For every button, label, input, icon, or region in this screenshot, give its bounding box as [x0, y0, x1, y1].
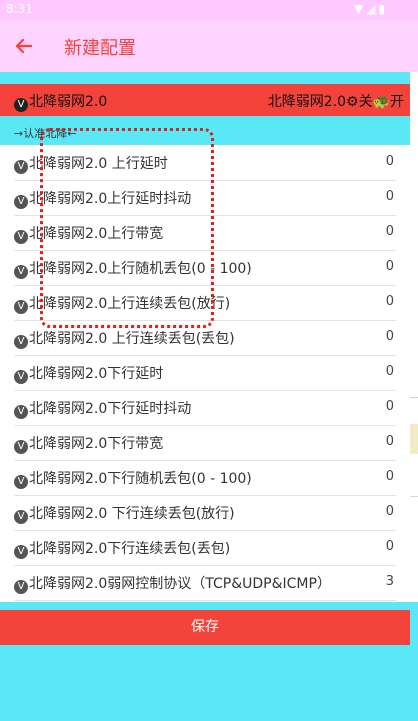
v-badge-icon: V [14, 440, 28, 454]
list-item-value: 0 [385, 399, 394, 414]
list-item-value: 0 [385, 259, 394, 274]
list-item-value: 0 [385, 224, 394, 239]
list-item-value: 0 [385, 364, 394, 379]
list-item-label: 北降弱网2.0下行带宽 [29, 436, 164, 452]
list-item-label-wrap: V 北降弱网2.0下行延时 [14, 363, 163, 384]
list-item-value: 0 [385, 539, 394, 554]
list-item-label: 北降弱网2.0下行连续丢包(丢包) [29, 541, 231, 557]
v-badge-icon: V [14, 195, 28, 209]
list-item-label-wrap: V 北降弱网2.0弱网控制协议（TCP&UDP&ICMP） [14, 573, 331, 594]
list-item-label-wrap: V 北降弱网2.0下行带宽 [14, 433, 163, 454]
list-item-label: 北降弱网2.0弱网控制协议（TCP&UDP&ICMP） [29, 576, 331, 592]
arrow-left-icon [15, 38, 33, 54]
highlight-annotation-box [40, 128, 214, 328]
v-badge-icon: V [14, 545, 28, 559]
list-item-value: 0 [385, 189, 394, 204]
toggle-off-label: 关 [358, 94, 373, 110]
master-toggle[interactable]: 北降弱网2.0⚙关🐢开 [268, 91, 404, 111]
v-badge-icon: V [14, 300, 28, 314]
page-title: 新建配置 [64, 38, 136, 59]
v-badge-icon: V [14, 335, 28, 349]
master-switch-row[interactable]: V 北降弱网2.0 北降弱网2.0⚙关🐢开 [0, 84, 410, 116]
list-item-label-wrap: V 北降弱网2.0下行延时抖动 [14, 398, 191, 419]
v-badge-icon: V [14, 160, 28, 174]
list-item-value: 0 [385, 294, 394, 309]
status-bar: 8:31 ▼◢▮ [0, 0, 418, 20]
right-edge-strip [410, 72, 418, 602]
list-item-value: 0 [385, 329, 394, 344]
master-label: 北降弱网2.0 [29, 94, 108, 110]
list-item[interactable]: V 北降弱网2.0下行带宽 0 [14, 425, 396, 461]
list-item-label-wrap: V 北降弱网2.0下行随机丢包(0 - 100) [14, 468, 252, 489]
v-badge-icon: V [14, 580, 28, 594]
master-label-group: V 北降弱网2.0 [14, 91, 107, 112]
list-item-value: 0 [385, 469, 394, 484]
list-item[interactable]: V 北降弱网2.0 下行连续丢包(放行) 0 [14, 495, 396, 531]
list-item[interactable]: V 北降弱网2.0下行连续丢包(丢包) 0 [14, 530, 396, 566]
list-item-label-wrap: V 北降弱网2.0 上行连续丢包(丢包) [14, 328, 235, 349]
v-badge-icon: V [14, 370, 28, 384]
battery-icon: ▮ [378, 2, 388, 16]
app-toolbar: 新建配置 [0, 20, 418, 72]
list-item-value: 3 [385, 574, 394, 589]
master-toggle-prefix: 北降弱网2.0 [267, 94, 346, 110]
list-item[interactable]: V 北降弱网2.0弱网控制协议（TCP&UDP&ICMP） 3 [14, 565, 396, 601]
v-badge-icon: V [14, 510, 28, 524]
turtle-icon: 🐢 [372, 94, 390, 110]
v-badge-icon: V [14, 265, 28, 279]
v-badge-icon: V [14, 230, 28, 244]
list-item-label: 北降弱网2.0下行延时 [29, 366, 164, 382]
signal-icon: ◢ [366, 2, 379, 16]
list-item[interactable]: V 北降弱网2.0下行随机丢包(0 - 100) 0 [14, 460, 396, 496]
status-time: 8:31 [6, 2, 33, 16]
list-item[interactable]: V 北降弱网2.0下行延时抖动 0 [14, 390, 396, 426]
list-item-value: 0 [385, 504, 394, 519]
list-item-label: 北降弱网2.0下行随机丢包(0 - 100) [29, 471, 252, 487]
status-icons: ▼◢▮ [354, 2, 388, 16]
toggle-on-label: 开 [390, 94, 404, 110]
save-button[interactable]: 保存 [0, 610, 410, 645]
back-button[interactable] [10, 32, 38, 60]
list-item[interactable]: V 北降弱网2.0下行延时 0 [14, 355, 396, 391]
list-item-label: 北降弱网2.0 下行连续丢包(放行) [29, 506, 235, 522]
v-badge-icon: V [14, 98, 28, 112]
list-item-value: 0 [385, 154, 394, 169]
list-item-label-wrap: V 北降弱网2.0下行连续丢包(丢包) [14, 538, 230, 559]
list-item-label-wrap: V 北降弱网2.0 下行连续丢包(放行) [14, 503, 235, 524]
list-item-value: 0 [385, 434, 394, 449]
v-badge-icon: V [14, 405, 28, 419]
list-item-label: 北降弱网2.0 上行连续丢包(丢包) [29, 331, 235, 347]
list-item-label: 北降弱网2.0下行延时抖动 [29, 401, 192, 417]
v-badge-icon: V [14, 475, 28, 489]
wifi-icon: ▼ [353, 2, 367, 16]
gear-icon: ⚙ [346, 94, 359, 110]
